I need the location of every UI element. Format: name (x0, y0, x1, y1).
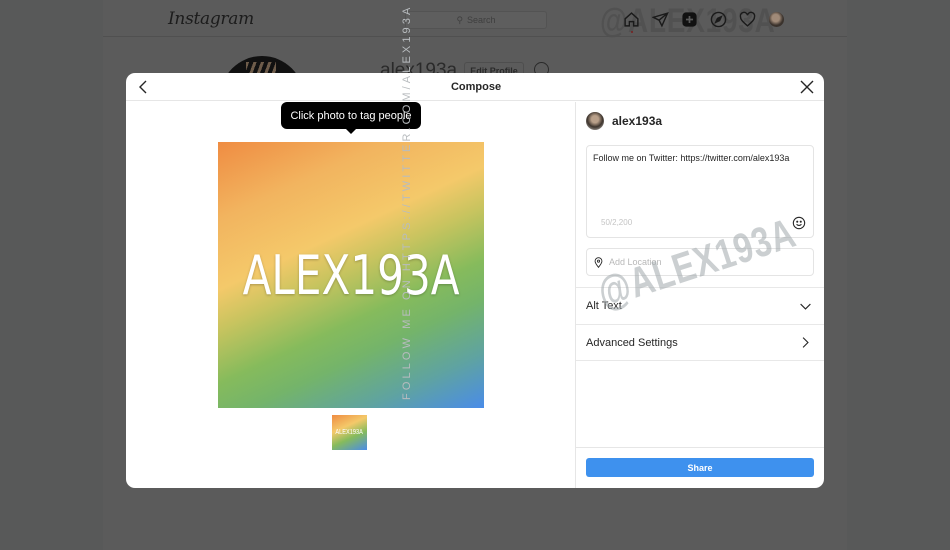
photo-text: ALEX193A (242, 243, 460, 307)
emoji-button[interactable] (792, 216, 806, 230)
tag-people-tooltip: Click photo to tag people (281, 102, 421, 134)
modal-title: Compose (450, 81, 502, 93)
advanced-settings-row[interactable]: Advanced Settings (576, 324, 824, 361)
username: alex193a (612, 114, 663, 128)
search-placeholder: Search (467, 15, 496, 25)
home-icon[interactable] (622, 10, 641, 33)
location-pin-icon (594, 256, 603, 268)
watermark-vertical: FOLLOW ME ON HTTPS://TWITTER.COM/ALEX193… (401, 4, 413, 400)
close-icon (800, 80, 814, 94)
search-input[interactable]: ⚲ Search (405, 11, 547, 29)
caption-char-count: 50/2,200 (601, 218, 633, 227)
footer-divider (576, 447, 824, 448)
nav-icons (622, 10, 786, 33)
photo-thumbnail[interactable]: ALEX193A (332, 415, 367, 450)
share-button[interactable]: Share (586, 458, 814, 477)
profile-avatar[interactable] (767, 10, 786, 29)
new-post-icon[interactable] (680, 10, 699, 29)
close-button[interactable] (799, 79, 815, 95)
media-preview-pane: Click photo to tag people ALEX193A ALEX1… (126, 102, 575, 488)
emoji-icon (792, 216, 806, 230)
chevron-right-icon (802, 337, 809, 348)
activity-heart-icon[interactable] (738, 10, 757, 29)
chevron-down-icon (800, 303, 811, 310)
search-icon: ⚲ (456, 14, 464, 25)
explore-icon[interactable] (709, 10, 728, 29)
advanced-settings-label: Advanced Settings (586, 336, 678, 349)
direct-message-icon[interactable] (651, 10, 670, 29)
user-avatar (586, 112, 604, 130)
author-row: alex193a (586, 112, 662, 130)
thumbnail-text: ALEX193A (335, 429, 364, 436)
caption-value: Follow me on Twitter: https://twitter.co… (593, 153, 790, 163)
post-photo[interactable]: ALEX193A (218, 142, 484, 408)
instagram-logo: Instagram (168, 9, 254, 29)
modal-header: Compose (126, 73, 824, 101)
